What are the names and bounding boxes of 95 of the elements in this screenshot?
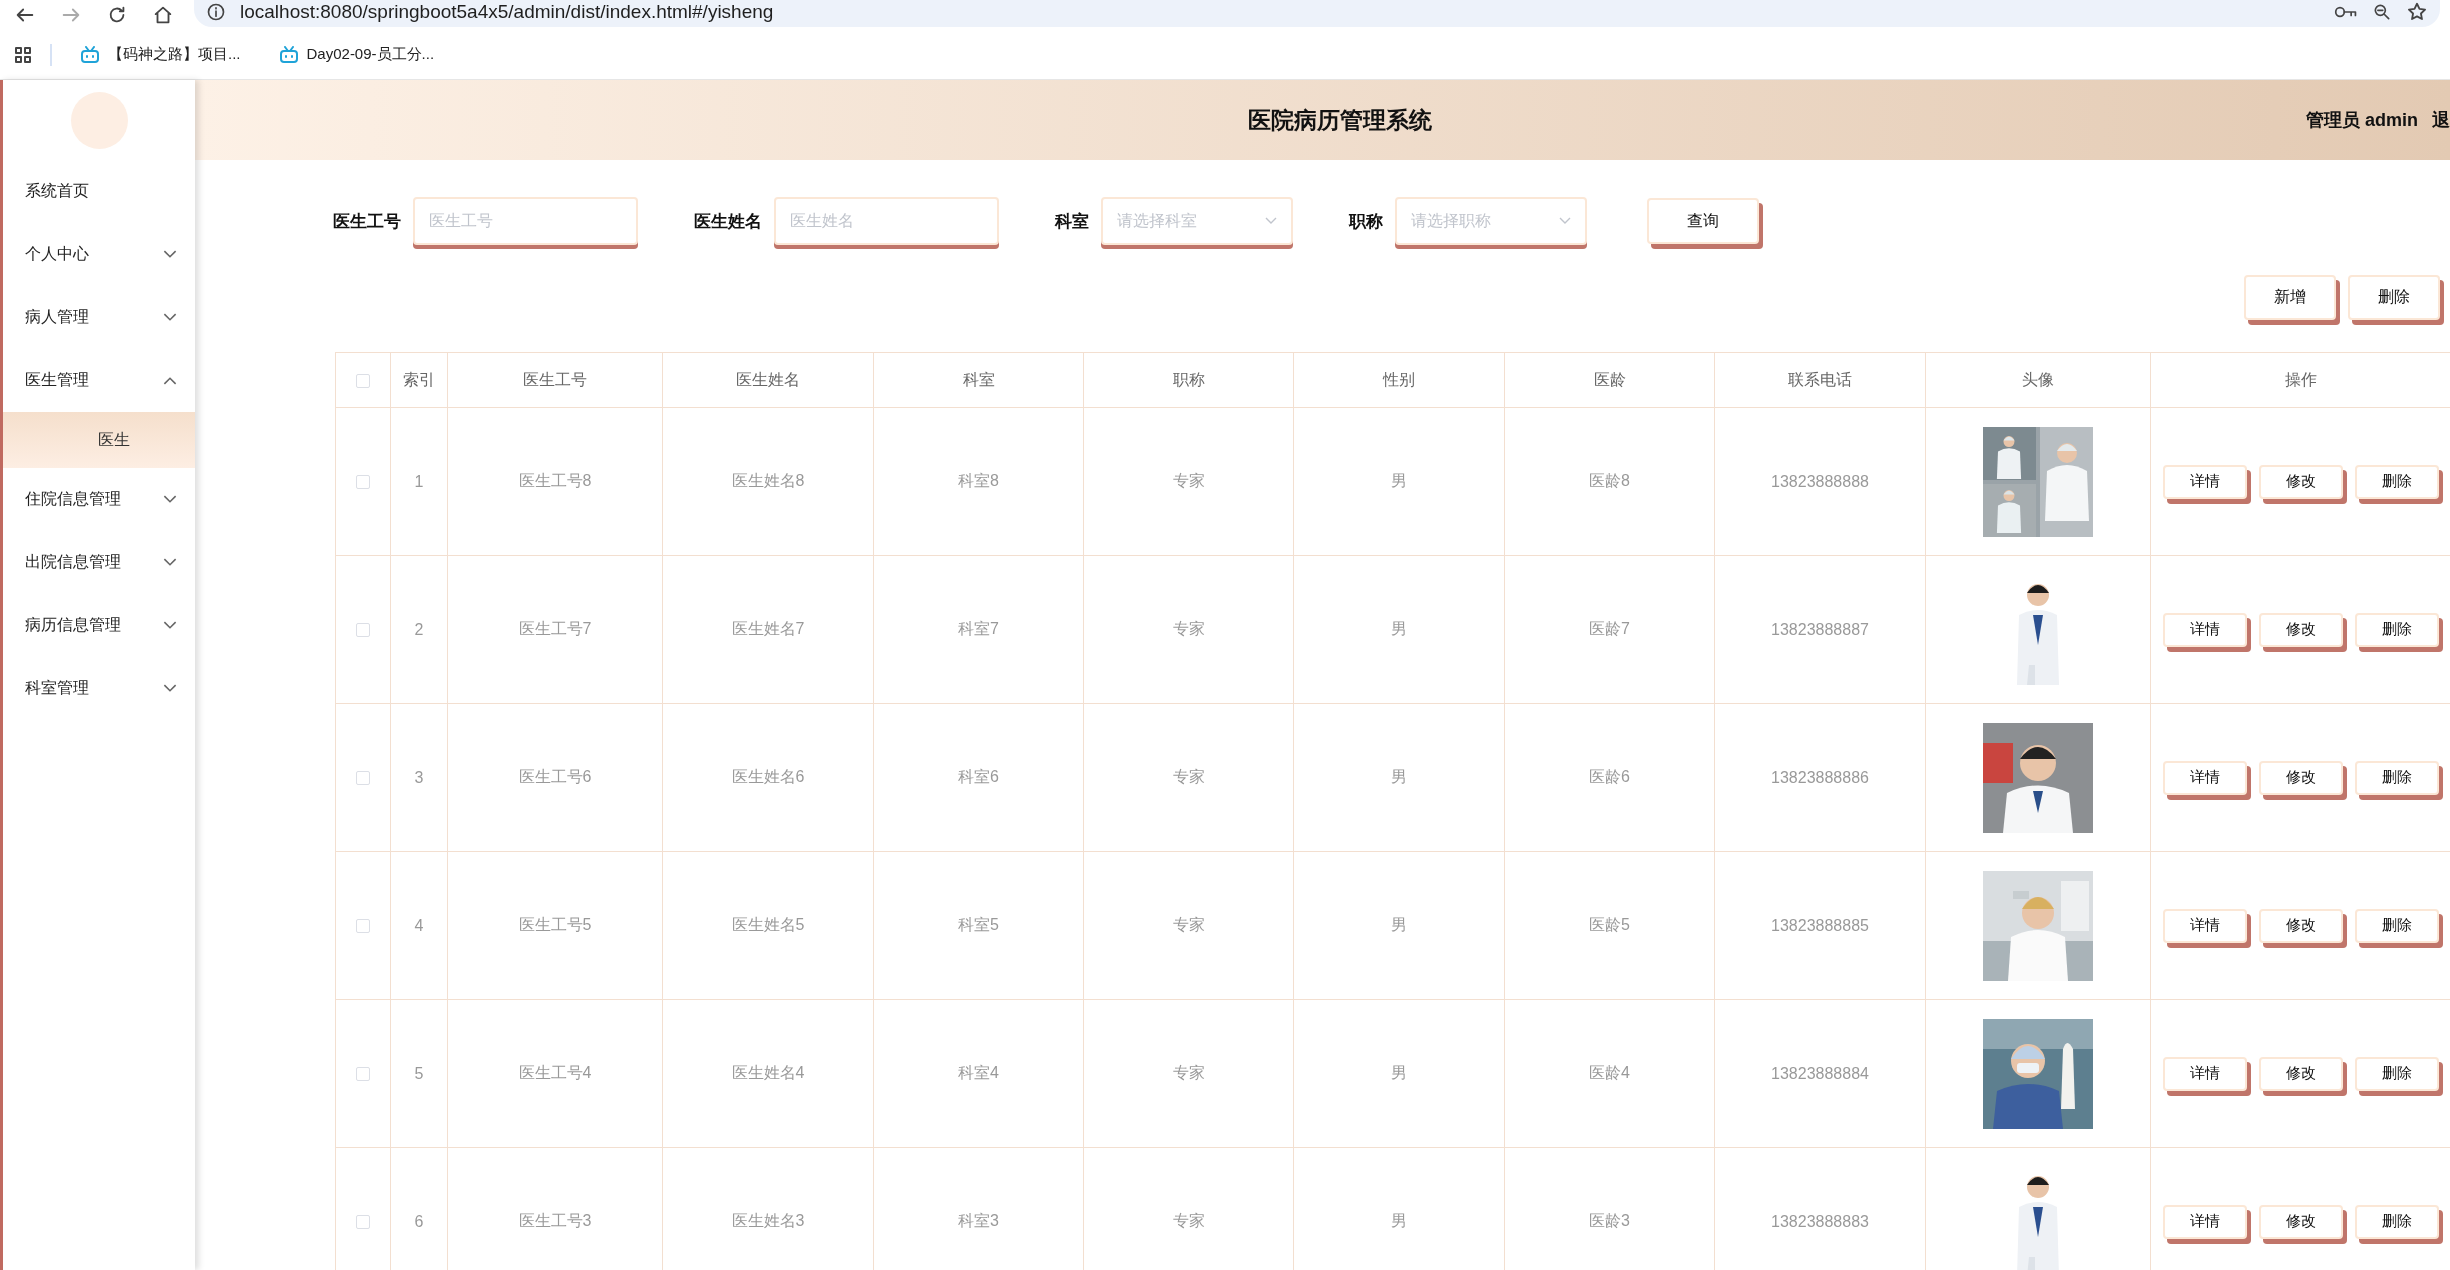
sidebar-item[interactable]: 病历信息管理 [3,594,195,657]
info-icon[interactable] [206,2,226,22]
table-cell: 3 [414,768,424,786]
column-header: 联系电话 [1788,370,1852,388]
table-cell: 科室4 [958,1064,999,1081]
column-header: 医生工号 [523,370,587,388]
field-label: 职称 [1349,210,1383,233]
table-cell: 科室7 [958,620,999,637]
table-cell: 男 [1391,1212,1407,1229]
chevron-icon [1265,217,1277,225]
zoom-out-icon[interactable] [2372,2,2392,22]
table-cell: 专家 [1172,1064,1205,1081]
tv-icon [80,45,100,64]
user-label: 管理员 admin [2306,109,2418,132]
table-cell: 专家 [1172,1212,1205,1229]
address-bar[interactable]: localhost:8080/springboot5a4x5/admin/dist/index.html#/yisheng [194,0,2440,27]
table-cell: 医生姓名6 [731,768,805,785]
table-cell: 男 [1391,916,1407,933]
table-cell: 专家 [1172,768,1205,785]
table-cell: 医生姓名7 [731,620,805,637]
field-label: 医生姓名 [694,210,762,233]
table-cell: 13823888886 [1771,768,1869,786]
table-cell: 男 [1391,768,1407,785]
star-icon[interactable] [2406,1,2428,23]
checkbox[interactable] [356,1215,370,1230]
table-cell: 医生姓名8 [731,472,805,489]
checkbox[interactable] [356,919,370,934]
column-header: 职称 [1172,370,1205,388]
bookmark-link[interactable]: 【码神之路】项目... [108,45,241,64]
input-field[interactable]: 医生姓名 [774,197,999,245]
table-cell: 13823888884 [1771,1064,1869,1082]
apps-icon[interactable] [14,45,32,64]
checkbox[interactable] [356,373,370,388]
checkbox[interactable] [356,1067,370,1082]
table-cell: 医生工号5 [518,916,592,933]
table-cell: 医龄8 [1589,472,1630,489]
table-cell: 4 [414,916,424,934]
home-icon[interactable] [152,4,174,26]
table-cell: 科室8 [958,472,999,489]
checkbox[interactable] [356,623,370,638]
table-cell: 男 [1391,620,1407,637]
table-cell: 医生工号7 [518,620,592,637]
column-header: 科室 [962,370,995,388]
table-cell: 1 [414,472,424,490]
sidebar-item[interactable]: 出院信息管理 [3,531,195,594]
logout-link[interactable]: 退 [2432,108,2450,132]
column-header: 头像 [2022,370,2054,388]
table-cell: 医龄4 [1589,1064,1630,1081]
sidebar-item[interactable]: 住院信息管理 [3,468,195,531]
table-cell: 6 [414,1212,424,1230]
checkbox[interactable] [356,771,370,786]
table-cell: 13823888888 [1771,472,1869,490]
sidebar-item[interactable]: 系统首页 [3,160,195,223]
column-header: 操作 [2284,370,2317,388]
table-cell: 医龄3 [1589,1212,1630,1229]
submenu-item[interactable]: 医生 [3,412,195,468]
column-header: 医龄 [1593,370,1626,388]
column-header: 医生姓名 [736,370,800,388]
table-cell: 医生工号3 [518,1212,592,1229]
column-header: 性别 [1383,370,1415,388]
table-cell: 医生姓名5 [731,916,805,933]
table-cell: 13823888887 [1771,620,1869,638]
table-cell: 专家 [1172,916,1205,933]
field-label: 科室 [1055,210,1089,233]
tv-icon [278,45,299,64]
table-cell: 医生工号4 [518,1064,592,1081]
table-cell: 专家 [1172,620,1205,637]
app-title: 医院病历管理系统 [1247,105,1434,135]
table-cell: 医龄6 [1589,768,1630,785]
sidebar-item[interactable]: 病人管理 [3,286,195,349]
checkbox[interactable] [356,475,370,490]
table-cell: 医龄7 [1589,620,1630,637]
table-cell: 医生姓名3 [731,1212,805,1229]
sidebar-item[interactable]: 个人中心 [3,223,195,286]
table-cell: 5 [414,1064,424,1082]
table-cell: 科室5 [958,916,999,933]
table-cell: 科室6 [958,768,999,785]
bookmark-link[interactable]: Day02-09-员工分... [306,45,435,64]
sidebar-item[interactable]: 科室管理 [3,657,195,720]
input-field[interactable]: 医生工号 [413,197,638,245]
table-cell: 医生工号8 [518,472,592,489]
table-cell: 专家 [1172,472,1205,489]
sidebar-item[interactable]: 医生管理 [3,349,195,412]
table-cell: 13823888883 [1771,1212,1869,1230]
table-cell: 科室3 [958,1212,999,1229]
table-cell: 医生姓名4 [731,1064,805,1081]
table-cell: 13823888885 [1771,916,1869,934]
field-label: 医生工号 [333,210,401,233]
table-cell: 医龄5 [1589,916,1630,933]
column-header: 索引 [403,370,435,388]
chevron-icon [1559,217,1571,225]
table-cell: 2 [414,620,424,638]
table-cell: 男 [1391,472,1407,489]
table-cell: 男 [1391,1064,1407,1081]
table-cell: 医生工号6 [518,768,592,785]
